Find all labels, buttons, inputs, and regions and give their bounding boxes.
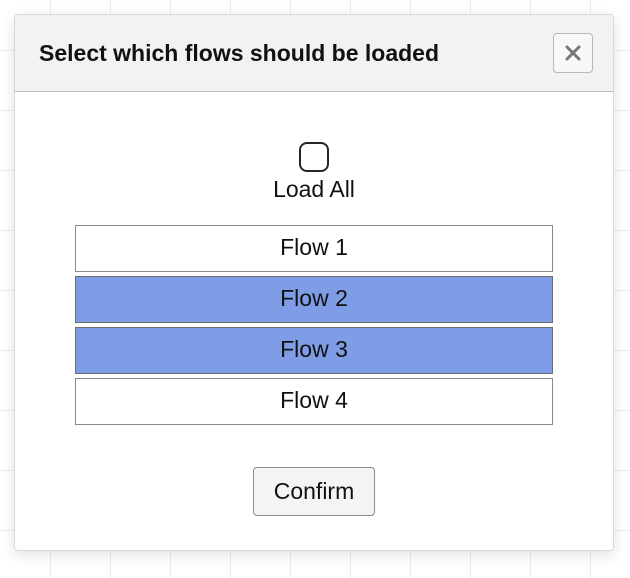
flow-item-label: Flow 2 — [280, 285, 348, 311]
flow-item-label: Flow 3 — [280, 336, 348, 362]
flow-item-1[interactable]: Flow 1 — [75, 225, 553, 272]
flow-item-3[interactable]: Flow 3 — [75, 327, 553, 374]
load-all-label: Load All — [273, 176, 355, 203]
flow-item-label: Flow 4 — [280, 387, 348, 413]
close-icon — [565, 45, 581, 61]
confirm-button[interactable]: Confirm — [253, 467, 376, 516]
close-button[interactable] — [553, 33, 593, 73]
dialog-title: Select which flows should be loaded — [39, 40, 439, 67]
dialog-body: Load All Flow 1 Flow 2 Flow 3 Flow 4 Con… — [15, 92, 613, 550]
confirm-wrap: Confirm — [75, 467, 553, 516]
flow-item-4[interactable]: Flow 4 — [75, 378, 553, 425]
load-all-group: Load All — [75, 142, 553, 203]
flow-list: Flow 1 Flow 2 Flow 3 Flow 4 — [75, 225, 553, 425]
load-all-checkbox[interactable] — [299, 142, 329, 172]
flow-item-2[interactable]: Flow 2 — [75, 276, 553, 323]
dialog-header: Select which flows should be loaded — [15, 15, 613, 92]
select-flows-dialog: Select which flows should be loaded Load… — [14, 14, 614, 551]
flow-item-label: Flow 1 — [280, 234, 348, 260]
